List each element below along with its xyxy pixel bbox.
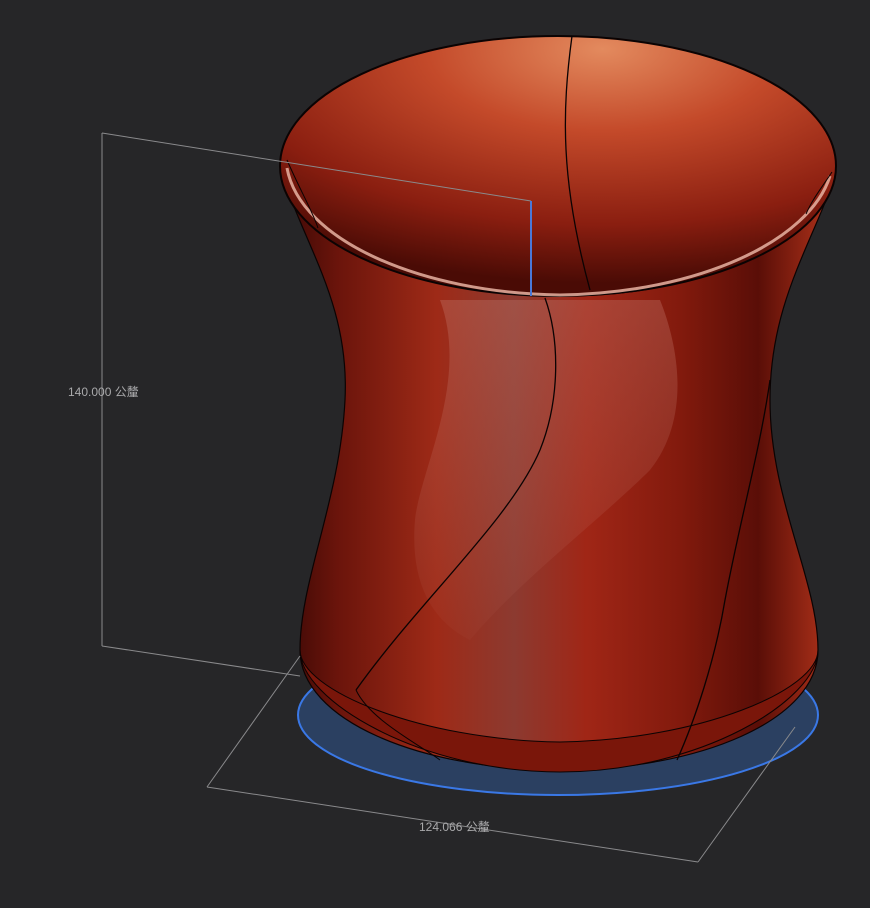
scene-canvas — [101, 35, 837, 863]
width-dimension-label: 124.066 公釐 — [419, 820, 490, 834]
height-dimension-label: 140.000 公釐 — [68, 385, 139, 399]
3d-viewport[interactable]: 140.000 公釐 124.066 公釐 — [0, 0, 870, 904]
vase-opening — [279, 35, 837, 297]
